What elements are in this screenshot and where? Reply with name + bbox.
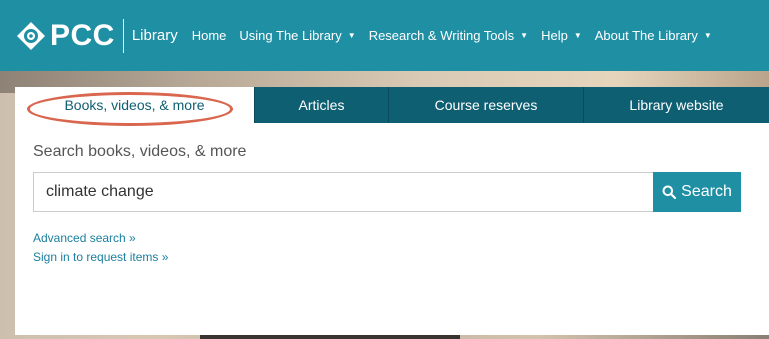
advanced-search-link[interactable]: Advanced search » bbox=[33, 229, 168, 248]
caret-down-icon: ▼ bbox=[347, 31, 356, 40]
search-tabs: Books, videos, & more Articles Course re… bbox=[15, 87, 769, 123]
pcc-logo-icon bbox=[17, 21, 45, 50]
tab-books-videos-more[interactable]: Books, videos, & more bbox=[15, 87, 254, 123]
nav-item-research-writing-tools[interactable]: Research & Writing Tools ▼ bbox=[369, 28, 528, 43]
main-nav: Home Using The Library ▼ Research & Writ… bbox=[192, 28, 725, 43]
nav-item-home[interactable]: Home bbox=[192, 28, 227, 43]
tab-course-reserves[interactable]: Course reserves bbox=[388, 87, 583, 123]
nav-item-label: Using The Library bbox=[239, 28, 342, 43]
pcc-library-logo[interactable]: PCC Library bbox=[16, 18, 192, 53]
search-row: Search bbox=[33, 172, 741, 212]
nav-item-help[interactable]: Help ▼ bbox=[541, 28, 582, 43]
caret-down-icon: ▼ bbox=[520, 31, 529, 40]
nav-item-label: About The Library bbox=[594, 28, 698, 43]
sign-in-request-link[interactable]: Sign in to request items » bbox=[33, 248, 168, 267]
search-label: Search books, videos, & more bbox=[33, 143, 247, 160]
search-button-label: Search bbox=[681, 183, 732, 200]
nav-item-label: Home bbox=[191, 28, 227, 43]
top-navigation-bar: PCC Library Home Using The Library ▼ Res… bbox=[0, 0, 769, 71]
caret-down-icon: ▼ bbox=[703, 31, 712, 40]
search-icon bbox=[662, 185, 677, 199]
search-input[interactable] bbox=[33, 172, 653, 212]
logo-subtitle: Library bbox=[131, 27, 178, 44]
nav-item-about-the-library[interactable]: About The Library ▼ bbox=[595, 28, 712, 43]
logo-text: PCC bbox=[50, 18, 115, 52]
search-links: Advanced search » Sign in to request ite… bbox=[33, 229, 168, 267]
nav-item-label: Research & Writing Tools bbox=[368, 28, 515, 43]
tab-library-website[interactable]: Library website bbox=[583, 87, 769, 123]
search-panel: Books, videos, & more Articles Course re… bbox=[15, 87, 769, 335]
caret-down-icon: ▼ bbox=[573, 31, 582, 40]
nav-item-label: Help bbox=[541, 28, 568, 43]
nav-item-using-the-library[interactable]: Using The Library ▼ bbox=[239, 28, 355, 43]
tab-articles[interactable]: Articles bbox=[254, 87, 388, 123]
search-button[interactable]: Search bbox=[653, 172, 741, 212]
logo-divider bbox=[122, 18, 124, 53]
